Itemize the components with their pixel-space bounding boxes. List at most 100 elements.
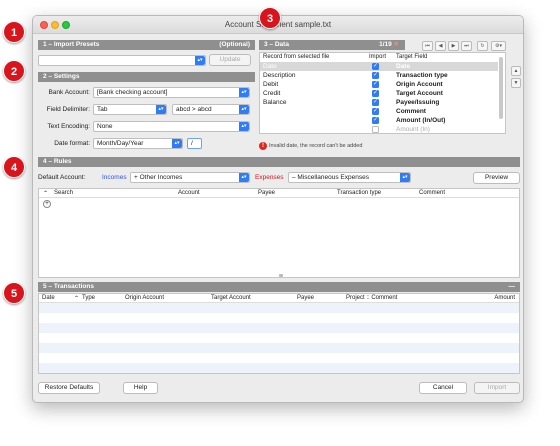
field-delimiter-value: Tab (97, 106, 108, 113)
previous-record-button[interactable]: ◀ (435, 41, 446, 51)
transactions-table: Date ⌃ Type Origin Account Target Accoun… (38, 293, 520, 374)
preset-popup[interactable]: ▴▾ (38, 55, 206, 66)
import-checkbox[interactable]: ✓ (372, 81, 379, 88)
incomes-popup[interactable]: + Other Incomes ▴▾ (130, 172, 250, 183)
bank-account-value: [Bank checking account] (97, 89, 168, 96)
zoom-button[interactable] (62, 21, 70, 29)
import-window: Account Statement sample.txt 1 – Import … (32, 15, 524, 403)
sort-icon[interactable]: ⌃ (43, 190, 48, 197)
resize-handle[interactable] (279, 274, 283, 277)
data-row[interactable]: ✓ Comment (260, 107, 498, 116)
date-format-popup[interactable]: Month/Day/Year ▴▾ (93, 138, 183, 149)
data-row-source: Balance (263, 99, 287, 106)
data-title: 3 – Data (264, 41, 289, 48)
text-encoding-label: Text Encoding: (47, 123, 90, 130)
data-row-source: Credit (263, 90, 281, 97)
settings-header: 2 – Settings (38, 72, 255, 82)
data-row[interactable]: Date ✓ Date (260, 62, 498, 71)
data-row[interactable]: Credit ✓ Target Account (260, 89, 498, 98)
table-row[interactable] (39, 323, 519, 333)
optional-label: (Optional) (219, 41, 250, 48)
rules-header-row: ⌃ Search Account Payee Transaction type … (39, 189, 519, 198)
update-button[interactable]: Update (209, 54, 251, 66)
restore-defaults-button[interactable]: Restore Defaults (38, 382, 100, 394)
last-record-button[interactable]: ⏭ (461, 41, 472, 51)
preview-button[interactable]: Preview (473, 172, 520, 184)
data-row[interactable]: Description ✓ Transaction type (260, 71, 498, 80)
tx-col-target-account: Target Account (211, 295, 251, 301)
rules-col-account: Account (178, 190, 200, 196)
data-row-source: Debit (263, 81, 279, 88)
import-button[interactable]: Import (474, 382, 520, 394)
data-row[interactable]: Balance ✓ Payee/Issuing (260, 98, 498, 107)
chevron-updown-icon: ▴▾ (195, 56, 205, 65)
table-row[interactable] (39, 353, 519, 363)
table-row[interactable] (39, 363, 519, 373)
table-row[interactable] (39, 343, 519, 353)
default-account-label: Default Account: (38, 174, 86, 181)
data-row-target: Amount (In) (396, 126, 430, 133)
import-presets-title: 1 – Import Presets (43, 41, 100, 48)
rules-col-payee: Payee (258, 190, 276, 196)
field-delimiter-popup[interactable]: Tab ▴▾ (93, 104, 167, 115)
record-counter-text: 1/19 (379, 41, 392, 48)
import-checkbox[interactable]: ✓ (372, 99, 379, 106)
sort-icon[interactable]: ⌃ (74, 295, 79, 302)
data-row-target: Transaction type (396, 72, 448, 79)
date-separator-value: / (191, 140, 193, 147)
move-up-button[interactable]: ▲ (511, 66, 521, 76)
col-source-header: Record from selected file (263, 54, 330, 60)
refresh-icon[interactable]: ↻ (477, 41, 488, 51)
import-checkbox[interactable]: ✓ (372, 108, 379, 115)
close-button[interactable] (40, 21, 48, 29)
minimize-button[interactable] (51, 21, 59, 29)
collapse-icon[interactable]: — (509, 282, 516, 292)
data-row[interactable]: Debit ✓ Origin Account (260, 80, 498, 89)
col-import-header: Import (369, 54, 387, 60)
chevron-updown-icon: ▴▾ (400, 173, 410, 182)
data-row-target: Origin Account (396, 81, 443, 88)
col-target-header: Target Field (396, 54, 428, 60)
rules-header: 4 – Rules (38, 157, 520, 167)
transactions-header-row: Date ⌃ Type Origin Account Target Accoun… (39, 294, 519, 303)
callout-badge-5: 5 (3, 282, 25, 304)
data-header: 3 – Data 1/19 ✕ (259, 40, 405, 50)
table-row[interactable] (39, 333, 519, 343)
table-row[interactable] (39, 313, 519, 323)
text-encoding-popup[interactable]: None ▴▾ (93, 121, 250, 132)
delimiter-preview-popup[interactable]: abcd > abcd ▴▾ (172, 104, 250, 115)
help-button[interactable]: Help (123, 382, 158, 394)
chevron-updown-icon: ▴▾ (172, 139, 182, 148)
date-separator-field[interactable]: / (187, 138, 202, 149)
add-rule-icon[interactable]: + (43, 200, 51, 208)
data-row[interactable]: Amount (In) (260, 125, 498, 134)
data-table: Record from selected file Import Target … (259, 52, 506, 134)
import-checkbox[interactable]: ✓ (372, 90, 379, 97)
data-row[interactable]: ✓ Amount (In/Out) (260, 116, 498, 125)
data-row-source: Date (263, 63, 277, 70)
expenses-popup[interactable]: – Miscellaneous Expenses ▴▾ (288, 172, 411, 183)
bank-account-popup[interactable]: [Bank checking account] ▴▾ (93, 87, 250, 98)
rules-col-comment: Comment (419, 190, 446, 196)
error-icon: ! (259, 142, 267, 150)
gear-icon[interactable]: ⚙▾ (491, 41, 506, 51)
bank-account-label: Bank Account: (48, 89, 90, 96)
cancel-button[interactable]: Cancel (419, 382, 467, 394)
first-record-button[interactable]: ⏮ (422, 41, 433, 51)
table-row[interactable] (39, 303, 519, 313)
callout-badge-1: 1 (3, 21, 25, 43)
import-checkbox[interactable]: ✓ (372, 63, 379, 70)
move-down-button[interactable]: ▼ (511, 78, 521, 88)
import-checkbox[interactable] (372, 126, 379, 133)
import-checkbox[interactable]: ✓ (372, 72, 379, 79)
tx-col-date: Date (42, 295, 55, 301)
transactions-header: 5 – Transactions — (38, 282, 520, 292)
import-presets-header: 1 – Import Presets (Optional) (38, 40, 255, 50)
import-checkbox[interactable]: ✓ (372, 117, 379, 124)
next-record-button[interactable]: ▶ (448, 41, 459, 51)
clear-icon[interactable]: ✕ (394, 41, 399, 48)
rules-title: 4 – Rules (43, 158, 72, 165)
data-scrollbar[interactable] (499, 57, 503, 119)
rules-table: ⌃ Search Account Payee Transaction type … (38, 188, 520, 278)
rules-col-transaction-type: Transaction type (337, 190, 382, 196)
